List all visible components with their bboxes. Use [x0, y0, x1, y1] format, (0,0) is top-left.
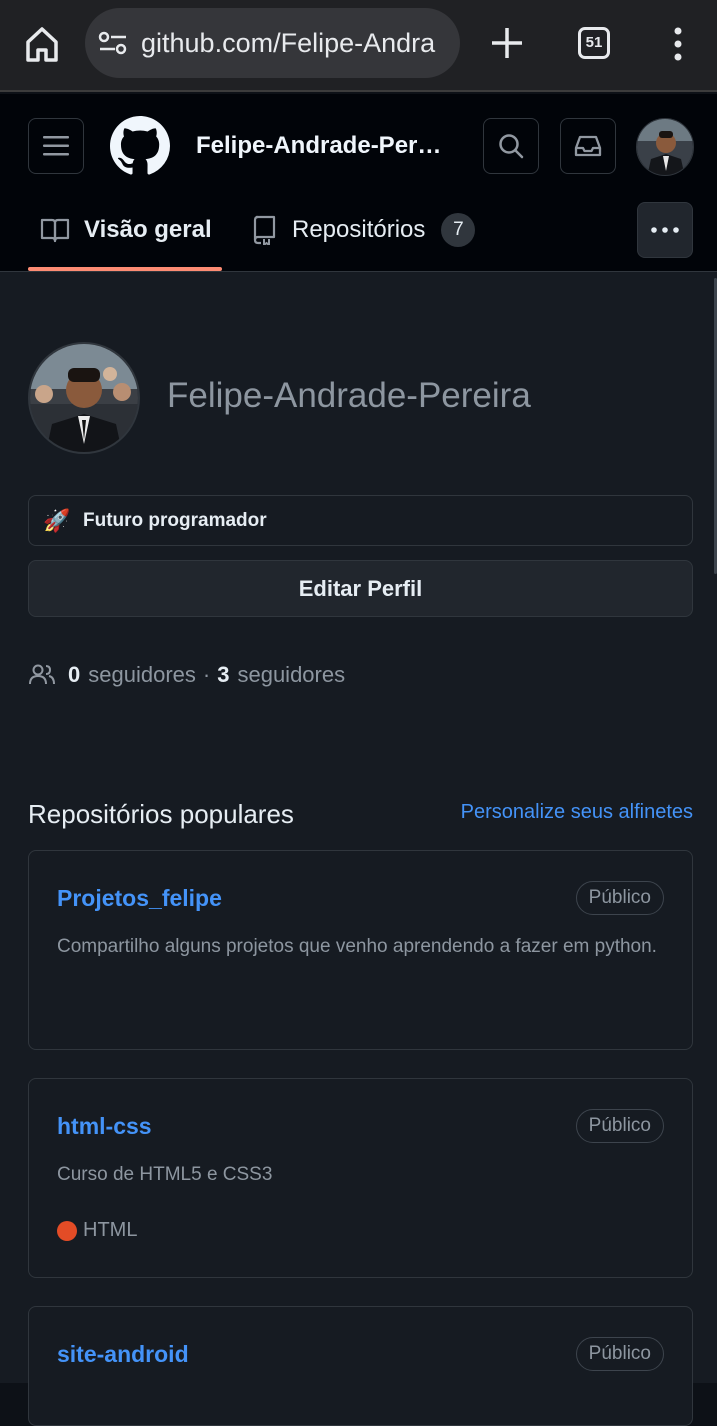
- search-button[interactable]: [483, 118, 539, 174]
- repo-language: HTML: [57, 1219, 137, 1242]
- popular-repos-title: Repositórios populares: [28, 799, 294, 829]
- following-label[interactable]: seguidores: [237, 662, 345, 688]
- more-tabs-button[interactable]: [637, 202, 693, 258]
- repo-icon: [253, 215, 276, 245]
- address-bar[interactable]: github.com/Felipe-Andra: [85, 8, 460, 78]
- repo-card: html-css Público Curso de HTML5 e CSS3 H…: [28, 1078, 693, 1278]
- language-color-dot: [57, 1220, 77, 1241]
- followers-separator: ·: [202, 662, 211, 687]
- profile-main: Felipe-Andrade-Pereira 🚀 Futuro programa…: [0, 272, 717, 1426]
- repo-name-link[interactable]: site-android: [57, 1341, 189, 1368]
- repo-count-badge: 7: [441, 213, 476, 247]
- profile-avatar-photo: [30, 344, 138, 452]
- repo-card: site-android Público: [28, 1306, 693, 1426]
- status-text: Futuro programador: [83, 509, 267, 531]
- avatar-photo: [637, 119, 693, 175]
- user-avatar[interactable]: [636, 118, 694, 176]
- repo-card: Projetos_felipe Público Compartilho algu…: [28, 850, 693, 1050]
- inbox-icon: [574, 135, 602, 157]
- notifications-button[interactable]: [560, 118, 616, 174]
- following-count[interactable]: 3: [217, 662, 229, 688]
- github-header: Felipe-Andrade-Pereira Visão geral Repos…: [0, 94, 717, 272]
- followers-label[interactable]: seguidores: [88, 662, 196, 688]
- followers-count[interactable]: 0: [68, 662, 80, 688]
- visibility-badge: Público: [575, 881, 664, 915]
- more-horizontal-icon: [651, 227, 679, 233]
- header-username[interactable]: Felipe-Andrade-Pereira: [196, 132, 446, 160]
- tab-repositories[interactable]: Repositórios 7: [252, 206, 476, 254]
- url-text[interactable]: github.com/Felipe-Andra: [141, 28, 451, 59]
- followers-row: 0 seguidores · 3 seguidores: [28, 662, 345, 688]
- tab-repositories-label: Repositórios: [292, 216, 426, 243]
- repo-name-link[interactable]: html-css: [57, 1113, 152, 1140]
- profile-username: Felipe-Andrade-Pereira: [167, 376, 531, 415]
- repo-description: Compartilho alguns projetos que venho ap…: [57, 936, 657, 957]
- status-box[interactable]: 🚀 Futuro programador: [28, 495, 693, 546]
- repo-name-link[interactable]: Projetos_felipe: [57, 885, 222, 912]
- hamburger-icon: [43, 136, 69, 156]
- site-settings-icon[interactable]: [98, 30, 128, 56]
- new-tab-icon[interactable]: [490, 26, 524, 60]
- menu-button[interactable]: [28, 118, 84, 174]
- people-icon: [29, 664, 55, 685]
- customize-pins-link[interactable]: Personalize seus alfinetes: [461, 801, 693, 824]
- tab-overview[interactable]: Visão geral: [40, 206, 212, 254]
- book-icon: [40, 218, 70, 243]
- profile-avatar[interactable]: [28, 342, 140, 454]
- edit-profile-button[interactable]: Editar Perfil: [28, 560, 693, 617]
- visibility-badge: Público: [575, 1337, 664, 1371]
- active-tab-indicator: [28, 267, 222, 271]
- github-logo-icon[interactable]: [110, 116, 170, 176]
- language-name: HTML: [83, 1219, 138, 1241]
- browser-menu-icon[interactable]: [664, 27, 692, 61]
- visibility-badge: Público: [575, 1109, 664, 1143]
- tab-overview-label: Visão geral: [84, 216, 212, 243]
- search-icon: [499, 134, 524, 159]
- tab-switcher-button[interactable]: 51: [578, 27, 610, 59]
- rocket-icon: 🚀: [43, 507, 71, 533]
- browser-toolbar: github.com/Felipe-Andra 51: [0, 0, 717, 92]
- repo-description: Curso de HTML5 e CSS3: [57, 1164, 273, 1185]
- home-icon[interactable]: [22, 24, 62, 64]
